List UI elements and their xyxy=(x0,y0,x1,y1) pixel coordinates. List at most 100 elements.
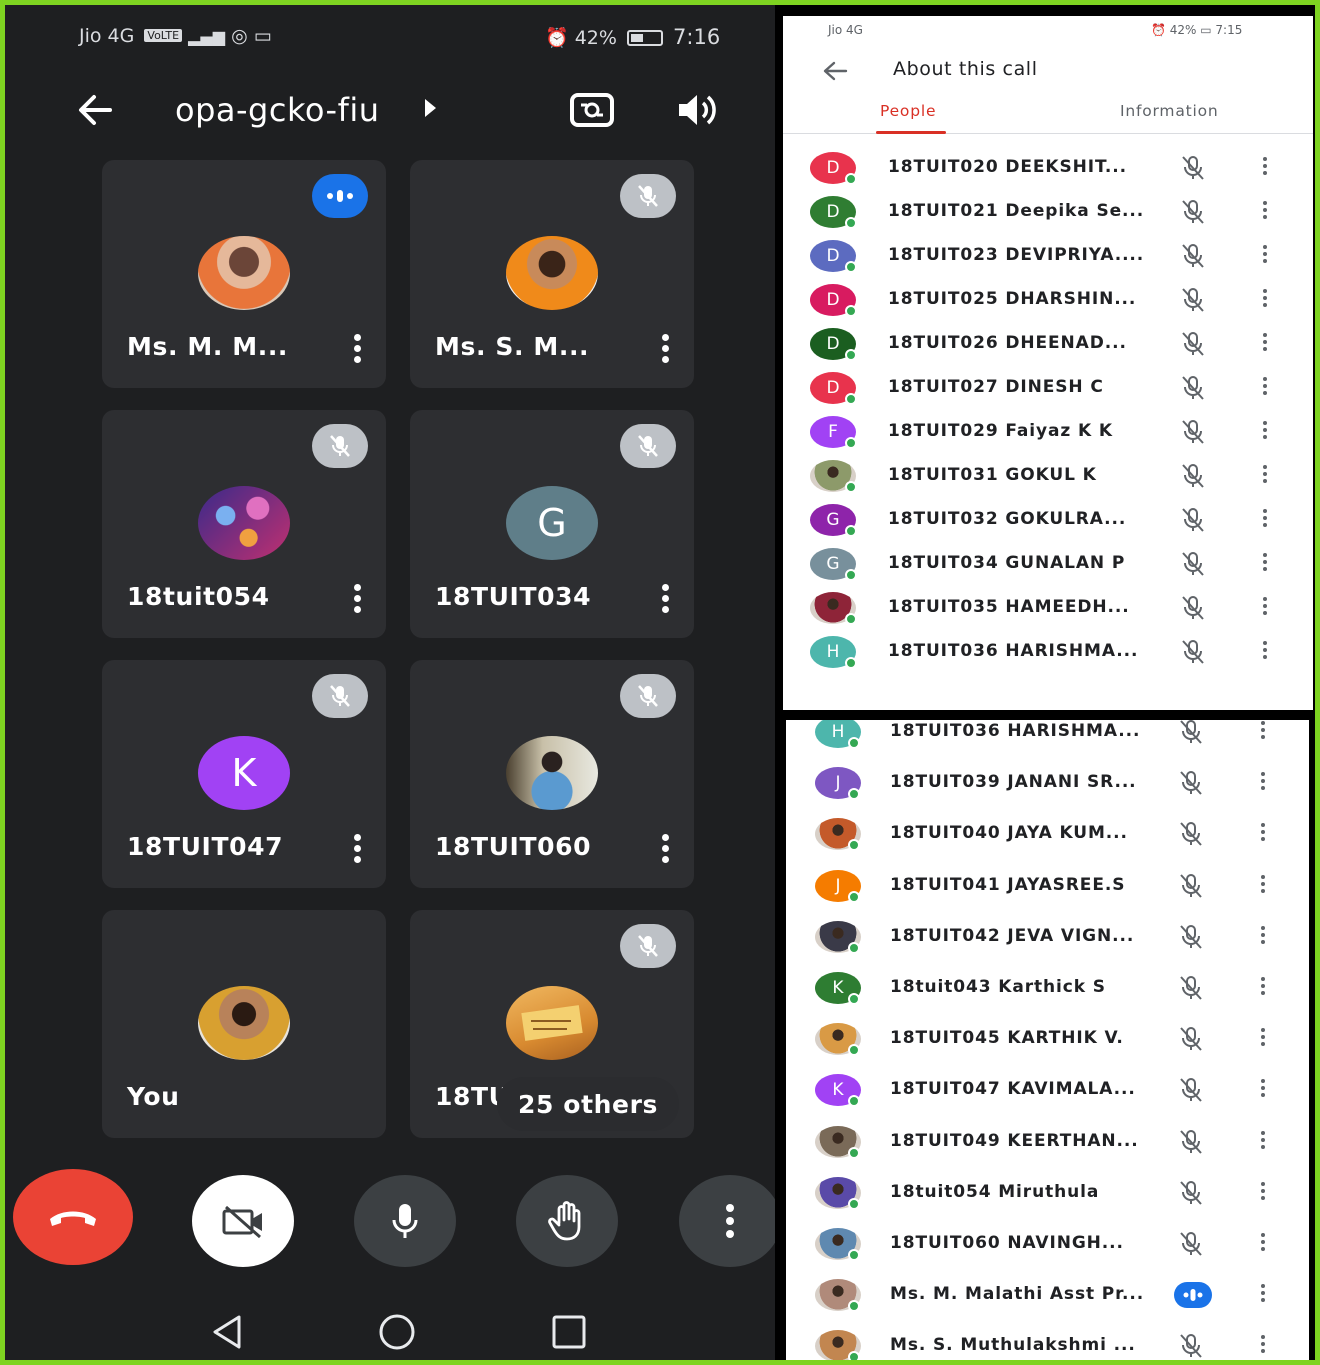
participant-tile[interactable]: Ms. M. M... xyxy=(102,160,386,388)
mic-off-icon[interactable] xyxy=(1174,1332,1208,1360)
mic-off-icon[interactable] xyxy=(1176,638,1210,666)
more-options-icon[interactable] xyxy=(1262,201,1268,223)
more-options-icon[interactable] xyxy=(1262,421,1268,443)
participant-row[interactable]: Ms. S. Muthulakshmi ... xyxy=(786,1322,1309,1360)
more-options-icon[interactable] xyxy=(1260,874,1266,897)
more-options-icon[interactable] xyxy=(1262,465,1268,487)
meeting-code[interactable]: opa-gcko-fiu xyxy=(175,91,380,129)
more-options-icon[interactable] xyxy=(1260,977,1266,999)
mic-off-icon[interactable] xyxy=(1174,1076,1208,1104)
nav-home-icon[interactable] xyxy=(377,1312,417,1352)
expand-arrow-icon[interactable] xyxy=(425,99,436,117)
mic-off-icon[interactable] xyxy=(1174,872,1208,900)
switch-camera-icon[interactable] xyxy=(567,87,617,133)
mic-off-icon[interactable] xyxy=(1174,1025,1208,1053)
participant-row[interactable]: J 18TUIT041 JAYASREE.S xyxy=(786,862,1309,906)
participant-row[interactable]: J 18TUIT039 JANANI SR... xyxy=(786,759,1309,803)
more-options-icon[interactable] xyxy=(1260,772,1266,794)
participant-row[interactable]: 18TUIT045 KARTHIK V. xyxy=(786,1015,1309,1059)
mic-off-icon[interactable] xyxy=(1174,923,1208,951)
participant-row[interactable]: 18TUIT060 NAVINGH... xyxy=(786,1220,1309,1264)
participant-row[interactable]: D 18TUIT026 DHEENAD... xyxy=(783,322,1313,366)
more-options-icon[interactable] xyxy=(1260,1181,1266,1204)
mic-off-icon[interactable] xyxy=(1176,550,1210,578)
mic-off-icon[interactable] xyxy=(1176,374,1210,402)
participant-row[interactable]: D 18TUIT021 Deepika Se... xyxy=(783,190,1313,234)
more-options-icon[interactable] xyxy=(1260,1233,1266,1255)
participant-row[interactable]: H 18TUIT036 HARISHMA... xyxy=(786,720,1309,752)
mic-off-icon[interactable] xyxy=(1174,720,1208,746)
back-arrow-icon[interactable] xyxy=(820,56,850,86)
participant-tile[interactable]: Ms. S. M... xyxy=(410,160,694,388)
participant-row[interactable]: D 18TUIT020 DEEKSHIT... xyxy=(783,146,1313,190)
tab-people[interactable]: People xyxy=(880,102,936,120)
more-options-icon[interactable] xyxy=(1262,289,1268,311)
mic-off-icon[interactable] xyxy=(1176,506,1210,534)
more-options-icon[interactable] xyxy=(1262,377,1268,399)
more-options-icon[interactable] xyxy=(1262,509,1268,531)
more-options-icon[interactable] xyxy=(1260,1284,1266,1306)
more-controls-button[interactable] xyxy=(679,1175,775,1267)
mic-off-icon[interactable] xyxy=(1176,198,1210,226)
more-options-icon[interactable] xyxy=(660,334,670,368)
mic-off-icon[interactable] xyxy=(1176,242,1210,270)
more-options-icon[interactable] xyxy=(1262,333,1268,355)
participant-row[interactable]: F 18TUIT029 Faiyaz K K xyxy=(783,410,1313,454)
more-options-icon[interactable] xyxy=(1262,641,1268,663)
participant-row[interactable]: G 18TUIT032 GOKULRA... xyxy=(783,498,1313,542)
participant-row[interactable]: 18TUIT035 HAMEEDH... xyxy=(783,586,1313,630)
others-chip[interactable]: 25 others xyxy=(497,1077,679,1131)
end-call-button[interactable] xyxy=(13,1169,133,1265)
mic-off-icon[interactable] xyxy=(1176,462,1210,490)
more-options-icon[interactable] xyxy=(660,834,670,868)
mic-off-icon[interactable] xyxy=(1176,330,1210,358)
more-options-icon[interactable] xyxy=(352,334,362,368)
mic-toggle-button[interactable] xyxy=(354,1175,456,1267)
participant-tile[interactable]: G 18TUIT034 xyxy=(410,410,694,638)
participant-row[interactable]: K 18tuit043 Karthick S xyxy=(786,964,1309,1008)
more-options-icon[interactable] xyxy=(1260,1028,1266,1050)
back-arrow-icon[interactable] xyxy=(70,85,120,135)
more-options-icon[interactable] xyxy=(1260,1079,1266,1101)
more-options-icon[interactable] xyxy=(1260,823,1266,845)
mic-off-icon[interactable] xyxy=(1174,769,1208,797)
participant-row[interactable]: H 18TUIT036 HARISHMA... xyxy=(783,630,1313,674)
participant-tile[interactable]: K 18TUIT047 xyxy=(102,660,386,888)
mic-off-icon[interactable] xyxy=(1176,154,1210,182)
participant-row[interactable]: D 18TUIT023 DEVIPRIYA.... xyxy=(783,234,1313,278)
raise-hand-button[interactable] xyxy=(516,1175,618,1267)
more-options-icon[interactable] xyxy=(660,584,670,618)
mic-off-icon[interactable] xyxy=(1176,418,1210,446)
participant-row[interactable]: D 18TUIT025 DHARSHIN... xyxy=(783,278,1313,322)
speaker-icon[interactable] xyxy=(673,87,721,133)
more-options-icon[interactable] xyxy=(1262,157,1268,179)
tab-information[interactable]: Information xyxy=(1120,102,1219,120)
mic-off-icon[interactable] xyxy=(1176,594,1210,622)
mic-off-icon[interactable] xyxy=(1174,820,1208,848)
more-options-icon[interactable] xyxy=(1262,245,1268,267)
camera-toggle-button[interactable] xyxy=(192,1175,294,1267)
mic-off-icon[interactable] xyxy=(1174,1128,1208,1156)
nav-back-icon[interactable] xyxy=(207,1312,247,1352)
self-tile[interactable]: You xyxy=(102,910,386,1138)
more-options-icon[interactable] xyxy=(1260,925,1266,948)
mic-off-icon[interactable] xyxy=(1174,1230,1208,1258)
participant-row[interactable]: D 18TUIT027 DINESH C xyxy=(783,366,1313,410)
participant-row[interactable]: 18TUIT049 KEERTHAN... xyxy=(786,1118,1309,1162)
more-options-icon[interactable] xyxy=(352,834,362,868)
more-options-icon[interactable] xyxy=(1260,721,1266,743)
participant-row[interactable]: Ms. M. Malathi Asst Pr... xyxy=(786,1271,1309,1315)
participant-row[interactable]: 18TUIT031 GOKUL K xyxy=(783,454,1313,498)
mic-off-icon[interactable] xyxy=(1174,1179,1208,1207)
participant-row[interactable]: G 18TUIT034 GUNALAN P xyxy=(783,542,1313,586)
participant-row[interactable]: 18TUIT040 JAYA KUM... xyxy=(786,810,1309,854)
more-options-icon[interactable] xyxy=(1262,597,1268,619)
participant-row[interactable]: 18TUIT042 JEVA VIGN... xyxy=(786,913,1309,957)
mic-off-icon[interactable] xyxy=(1176,286,1210,314)
more-options-icon[interactable] xyxy=(1260,1335,1266,1357)
participant-row[interactable]: 18tuit054 Miruthula xyxy=(786,1169,1309,1213)
participant-tile[interactable]: 18tuit054 xyxy=(102,410,386,638)
participant-tile[interactable]: 18TUIT060 xyxy=(410,660,694,888)
participant-row[interactable]: K 18TUIT047 KAVIMALA... xyxy=(786,1066,1309,1110)
more-options-icon[interactable] xyxy=(1260,1130,1266,1153)
